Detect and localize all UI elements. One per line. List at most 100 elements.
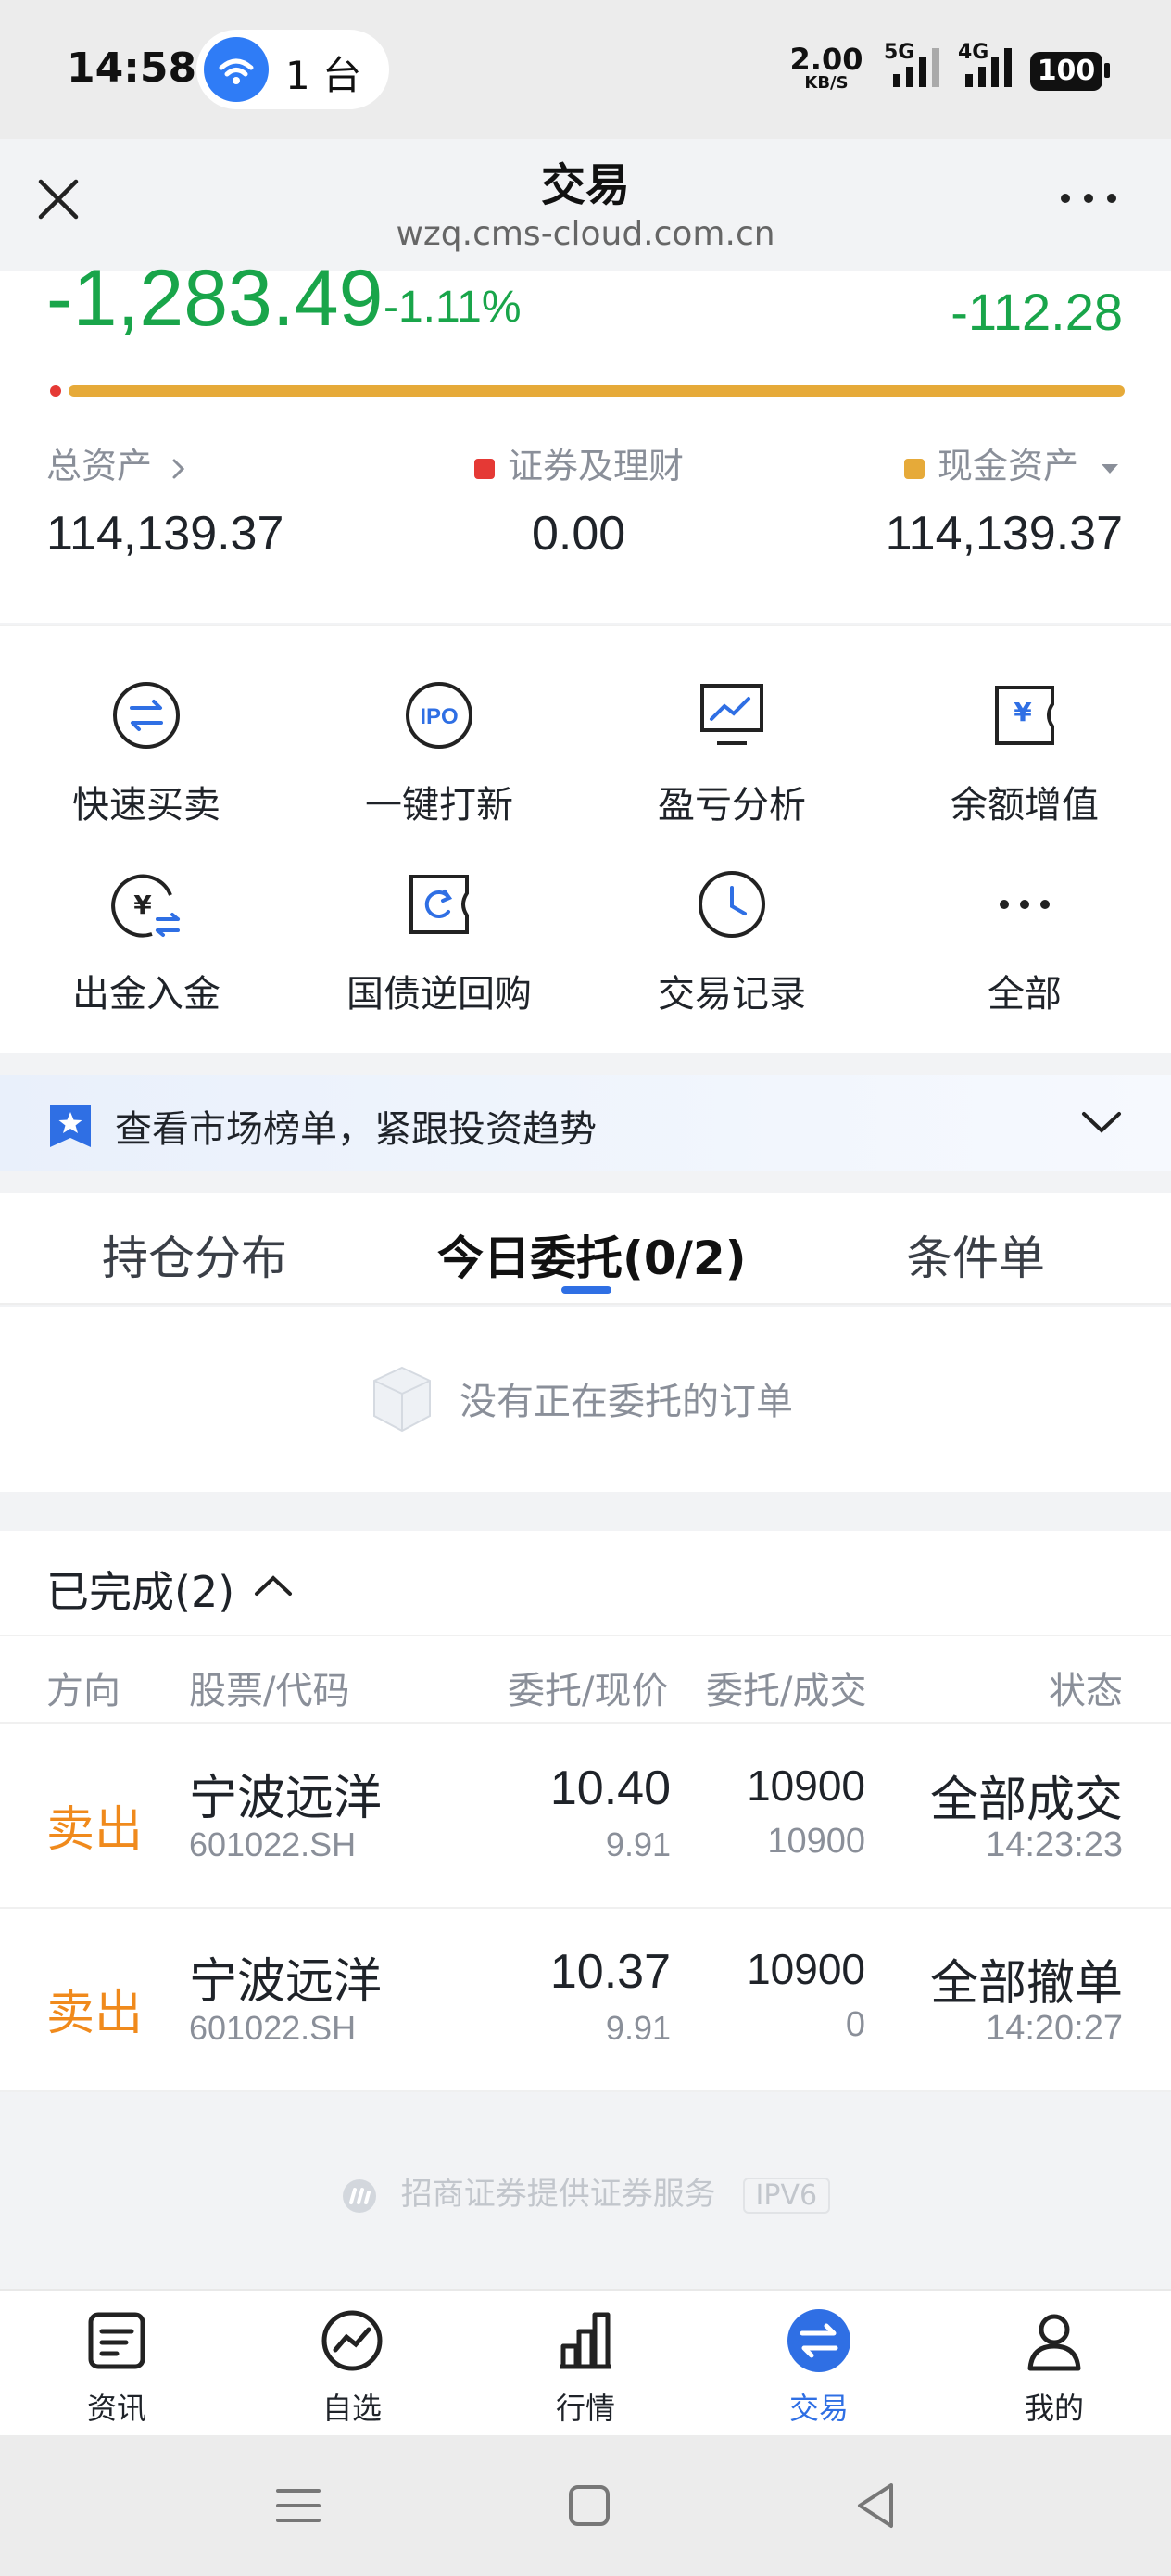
col-order-qty: 委托/成交 bbox=[706, 1670, 867, 1712]
status-time: 14:58 bbox=[67, 44, 197, 92]
deal-quantity: 10900 bbox=[767, 1822, 865, 1861]
bar-chart-icon bbox=[560, 2312, 611, 2369]
menu-all[interactable]: 全部 bbox=[878, 867, 1171, 1053]
trend-circle-icon bbox=[321, 2310, 383, 2371]
menu-pl-analysis[interactable]: 盈亏分析 bbox=[586, 678, 878, 864]
stock-name: 宁波远洋 bbox=[189, 1954, 383, 2010]
col-direction: 方向 bbox=[46, 1670, 120, 1712]
stock-name: 宁波远洋 bbox=[189, 1771, 383, 1826]
asset-allocation-bar bbox=[50, 385, 1125, 398]
menu-ipo[interactable]: IPO 一键打新 bbox=[293, 678, 586, 864]
signal-bars-icon bbox=[893, 48, 939, 87]
tab-positions[interactable]: 持仓分布 bbox=[102, 1221, 287, 1288]
cash-legend-swatch bbox=[904, 458, 925, 479]
back-triangle-icon[interactable] bbox=[849, 2478, 904, 2533]
order-quantity: 10900 bbox=[747, 1945, 865, 1993]
menu-label: 交易记录 bbox=[658, 973, 806, 1016]
network-speed-unit: KB/S bbox=[804, 73, 849, 93]
home-square-icon[interactable] bbox=[561, 2478, 617, 2533]
banner-text: 查看市场榜单，紧跟投资趋势 bbox=[115, 1108, 597, 1151]
menu-reverse-repo[interactable]: 国债逆回购 bbox=[293, 867, 586, 1053]
trade-swap-icon bbox=[787, 2309, 850, 2372]
nav-news[interactable]: 资讯 bbox=[43, 2307, 191, 2428]
menu-trade-history[interactable]: 交易记录 bbox=[586, 867, 878, 1053]
active-tab-indicator bbox=[561, 1286, 611, 1294]
order-price: 10.37 bbox=[549, 1945, 671, 1999]
nav-label: 交易 bbox=[788, 2391, 849, 2426]
quick-action-grid: 快速买卖 IPO 一键打新 盈亏分析 ¥ 余额增值 ¥ 出金入金 国债逆回购 交… bbox=[0, 625, 1171, 1053]
svg-text:IPO: IPO bbox=[420, 704, 458, 729]
svg-text:¥: ¥ bbox=[1014, 697, 1032, 727]
menu-label: 全部 bbox=[988, 973, 1062, 1016]
order-direction: 卖出 bbox=[46, 1986, 144, 2041]
table-row[interactable]: 卖出 宁波远洋 601022.SH 10.37 9.91 10900 0 全部撤… bbox=[0, 1909, 1171, 2092]
total-assets-value: 114,139.37 bbox=[46, 507, 284, 561]
hotspot-pill[interactable]: 1 台 bbox=[196, 30, 389, 109]
menu-label: 一键打新 bbox=[365, 784, 513, 827]
refresh-ticket-icon bbox=[409, 875, 469, 934]
page-title: 交易 bbox=[540, 159, 630, 211]
order-status: 全部撤单 bbox=[929, 1956, 1123, 2012]
order-time: 14:23:23 bbox=[986, 1825, 1123, 1864]
nav-watchlist[interactable]: 自选 bbox=[278, 2307, 426, 2428]
current-price: 9.91 bbox=[605, 2009, 671, 2047]
swap-circle-icon bbox=[113, 682, 180, 749]
yen-ticket-icon: ¥ bbox=[995, 686, 1054, 745]
chevron-up-icon[interactable] bbox=[252, 1572, 295, 1599]
order-price: 10.40 bbox=[549, 1762, 671, 1815]
menu-quick-trade[interactable]: 快速买卖 bbox=[0, 678, 293, 864]
bottom-navigation: 资讯 自选 行情 交易 我的 bbox=[0, 2289, 1171, 2435]
securities-legend-swatch bbox=[474, 458, 495, 479]
market-rank-banner[interactable]: 查看市场榜单，紧跟投资趋势 bbox=[0, 1075, 1171, 1171]
signal-bars-2-icon bbox=[965, 48, 1012, 87]
col-stock-code: 股票/代码 bbox=[189, 1670, 350, 1712]
chevron-down-icon[interactable] bbox=[1078, 1106, 1125, 1140]
menu-balance-plus[interactable]: ¥ 余额增值 bbox=[878, 678, 1171, 864]
empty-orders-text: 没有正在委托的订单 bbox=[460, 1381, 793, 1423]
cash-label[interactable]: 现金资产 bbox=[904, 437, 1121, 488]
hotspot-count: 1 台 bbox=[285, 53, 362, 98]
tab-today-orders[interactable]: 今日委托(0/2) bbox=[437, 1221, 747, 1288]
ipv6-badge: IPV6 bbox=[742, 2178, 831, 2214]
more-options-icon[interactable] bbox=[1056, 180, 1121, 217]
broker-logo-icon bbox=[342, 2178, 376, 2213]
securities-value: 0.00 bbox=[532, 507, 626, 561]
nav-profile[interactable]: 我的 bbox=[980, 2307, 1128, 2428]
battery-icon: 100 bbox=[1030, 52, 1102, 91]
menu-label: 出金入金 bbox=[72, 973, 220, 1016]
menu-fund-transfer[interactable]: ¥ 出金入金 bbox=[0, 867, 293, 1053]
nav-trade[interactable]: 交易 bbox=[745, 2307, 893, 2428]
tab-conditional-orders[interactable]: 条件单 bbox=[906, 1221, 1045, 1288]
star-bookmark-icon bbox=[50, 1105, 91, 1147]
securities-label-text: 证券及理财 bbox=[508, 446, 685, 486]
yen-transfer-icon: ¥ bbox=[111, 874, 180, 938]
pending-orders-empty: 没有正在委托的订单 bbox=[0, 1307, 1171, 1492]
nav-market[interactable]: 行情 bbox=[511, 2307, 660, 2428]
user-icon bbox=[1027, 2314, 1081, 2371]
table-row[interactable]: 卖出 宁波远洋 601022.SH 10.40 9.91 10900 10900… bbox=[0, 1725, 1171, 1909]
completed-header[interactable]: 已完成(2) bbox=[46, 1559, 234, 1620]
col-status: 状态 bbox=[1049, 1670, 1123, 1712]
ipo-icon: IPO bbox=[406, 682, 472, 749]
total-assets-label[interactable]: 总资产 bbox=[46, 437, 189, 488]
chevron-right-icon bbox=[172, 459, 185, 478]
asset-summary-card: -1,283.49 -1.11% -112.28 总资产 证券及理财 现金资产 … bbox=[0, 254, 1171, 623]
battery-tip bbox=[1104, 63, 1110, 78]
col-order-price: 委托/现价 bbox=[508, 1670, 669, 1712]
stock-code: 601022.SH bbox=[189, 1825, 357, 1863]
more-dots-icon bbox=[1000, 900, 1050, 909]
network-speed: 2.00 KB/S bbox=[789, 44, 863, 93]
system-navigation-bar bbox=[0, 2435, 1171, 2576]
completed-orders-section: 已完成(2) 方向 股票/代码 委托/现价 委托/成交 状态 卖出 宁波远洋 6… bbox=[0, 1531, 1171, 2092]
menu-lines-icon[interactable] bbox=[271, 2478, 326, 2533]
cash-label-text: 现金资产 bbox=[938, 446, 1079, 486]
order-tabs: 持仓分布 今日委托(0/2) 条件单 bbox=[0, 1193, 1171, 1305]
stock-code: 601022.SH bbox=[189, 2009, 357, 2047]
provider-text: 招商证券提供证券服务 bbox=[400, 2176, 716, 2213]
nav-label: 行情 bbox=[555, 2391, 615, 2426]
status-bar: 14:58 1 台 2.00 KB/S 5G 4G 100 交易 wzq.cms… bbox=[0, 0, 1171, 253]
news-document-icon bbox=[88, 2312, 145, 2369]
order-quantity: 10900 bbox=[747, 1762, 865, 1810]
floating-pl-value: -1,283.49 bbox=[46, 254, 384, 343]
table-header: 方向 股票/代码 委托/现价 委托/成交 状态 bbox=[0, 1635, 1171, 1724]
